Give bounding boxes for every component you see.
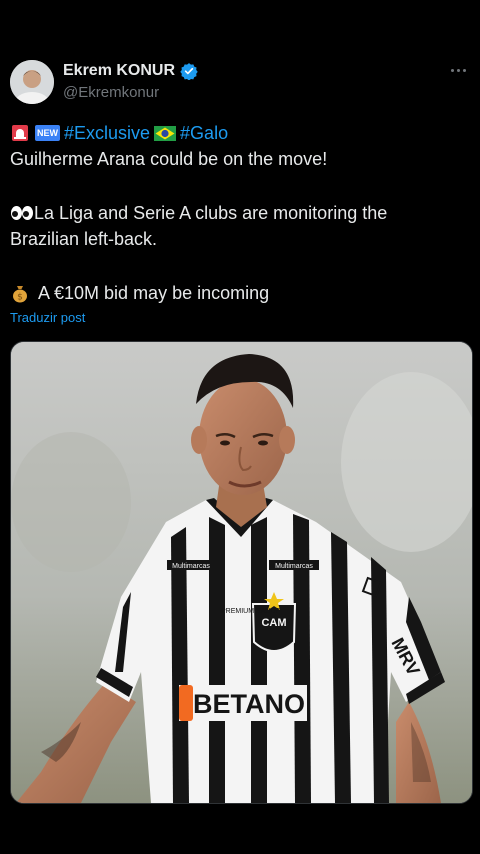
brazil-flag-icon: [154, 125, 177, 141]
chest-logo-b: Multimarcas: [275, 563, 313, 570]
tweet-line-3-text: La Liga and Serie A clubs are monitoring…: [34, 203, 388, 223]
tweet-header: Ekrem KONUR @Ekremkonur: [10, 60, 470, 110]
tweet-line-3: La Liga and Serie A clubs are monitoring…: [10, 200, 470, 226]
hashtag-galo[interactable]: #Galo: [180, 120, 228, 146]
tweet-line-5: $ A €10M bid may be incoming: [10, 280, 470, 306]
eyes-emoji-icon: [11, 206, 33, 220]
siren-emoji-icon: [12, 125, 28, 141]
tweet-line-2: Guilherme Arana could be on the move!: [10, 149, 328, 169]
money-bag-emoji-icon: $: [13, 286, 27, 303]
author-name[interactable]: Ekrem KONUR: [63, 62, 175, 80]
shirt-sponsor-text: BETANO: [193, 689, 305, 719]
new-emoji-icon: NEW: [35, 125, 60, 141]
verified-badge-icon: [180, 63, 198, 80]
tweet-line-4: Brazilian left-back.: [10, 229, 158, 249]
tweet-line-5-text: A €10M bid may be incoming: [38, 283, 270, 303]
tweet-media-image[interactable]: BETANO CAM PREMIUM SAÚDE Multimarcas Mul…: [10, 341, 473, 804]
more-options-icon[interactable]: [446, 60, 470, 80]
chest-left-text: PREMIUM SAÚDE: [221, 606, 280, 615]
svg-text:$: $: [17, 293, 23, 303]
player-photo: BETANO CAM PREMIUM SAÚDE Multimarcas Mul…: [11, 342, 472, 803]
club-badge-text: CAM: [261, 617, 286, 629]
translate-post-link[interactable]: Traduzir post: [10, 310, 85, 325]
tweet-line-tags: NEW #Exclusive #Galo: [10, 120, 470, 146]
chest-logo-a: Multimarcas: [172, 563, 210, 570]
author-avatar[interactable]: [10, 60, 54, 104]
author-handle[interactable]: @Ekremkonur: [63, 84, 159, 101]
tweet-text: NEW #Exclusive #Galo Guilherme Arana cou…: [10, 120, 470, 306]
hashtag-exclusive[interactable]: #Exclusive: [64, 120, 150, 146]
